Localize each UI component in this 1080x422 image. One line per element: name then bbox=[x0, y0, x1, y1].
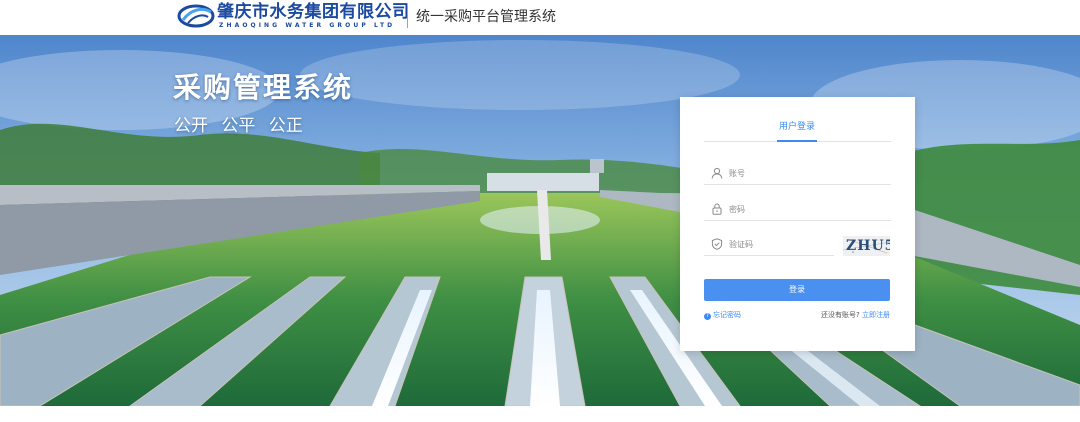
username-field bbox=[704, 163, 891, 185]
top-header: 肇庆市水务集团有限公司 ZHAOQING WATER GROUP LTD 统一采… bbox=[0, 0, 1080, 35]
hero-subtitle: 公开 公平 公正 bbox=[174, 116, 303, 136]
company-english-name: ZHAOQING WATER GROUP LTD bbox=[219, 22, 396, 29]
tab-user-login[interactable]: 用户登录 bbox=[777, 121, 817, 142]
footer-area bbox=[0, 406, 1080, 422]
forgot-password-link[interactable]: ? 忘记密码 bbox=[704, 310, 741, 321]
question-circle-icon: ? bbox=[704, 313, 711, 320]
hero-title: 采购管理系统 bbox=[173, 71, 354, 104]
forgot-password-label: 忘记密码 bbox=[713, 311, 741, 319]
login-button[interactable]: 登录 bbox=[704, 279, 890, 301]
company-name: 肇庆市水务集团有限公司 bbox=[217, 2, 410, 22]
water-drop-swirl-icon bbox=[177, 4, 215, 28]
water-treatment-background-image bbox=[0, 35, 1080, 406]
captcha-text: ZHU5 bbox=[846, 238, 890, 254]
hero-banner: 采购管理系统 公开 公平 公正 bbox=[0, 35, 1080, 406]
shield-check-icon bbox=[711, 238, 723, 250]
captcha-image[interactable]: ZHU5 bbox=[843, 236, 890, 256]
register-row: 还没有账号? 立即注册 bbox=[821, 310, 890, 321]
captcha-field bbox=[704, 234, 834, 256]
lock-icon bbox=[712, 203, 722, 215]
login-card: 用户登录 ZHU5 登录 ?忘记密码 bbox=[680, 97, 915, 351]
platform-title: 统一采购平台管理系统 bbox=[416, 9, 556, 25]
no-account-text: 还没有账号? bbox=[821, 311, 860, 319]
password-input[interactable] bbox=[729, 200, 887, 219]
username-input[interactable] bbox=[729, 164, 887, 183]
header-divider bbox=[407, 6, 408, 28]
register-link[interactable]: 立即注册 bbox=[862, 311, 890, 319]
login-tabs: 用户登录 bbox=[704, 116, 891, 142]
user-icon bbox=[711, 167, 723, 179]
captcha-input[interactable] bbox=[729, 235, 829, 254]
password-field bbox=[704, 199, 891, 221]
